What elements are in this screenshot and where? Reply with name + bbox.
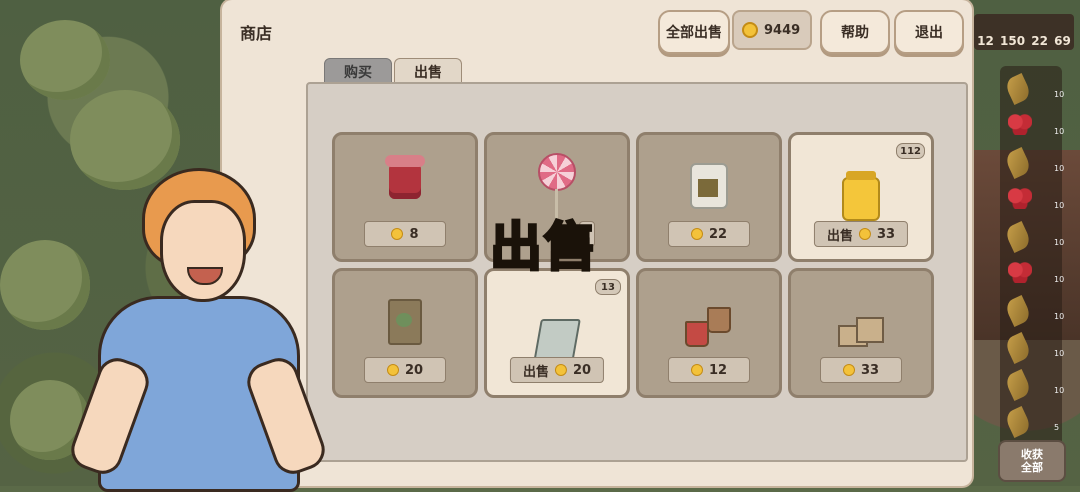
- item-slot-jam-jar[interactable]: 8: [332, 132, 478, 262]
- inventory-slot[interactable]: 10: [1003, 146, 1064, 180]
- inventory-slot[interactable]: 5: [1003, 405, 1059, 439]
- coin-icon: [554, 364, 567, 376]
- item-quantity-badge: 112: [896, 143, 925, 159]
- inventory-count: 10: [1054, 386, 1065, 395]
- inventory-count: 5: [1054, 423, 1060, 432]
- sell-label: 出售: [522, 364, 549, 380]
- coin-icon: [690, 228, 703, 240]
- price-value: 20: [404, 362, 424, 378]
- shopkeeper-character: [65, 168, 331, 492]
- item-slot-boxes[interactable]: 33: [788, 268, 934, 398]
- lollipop-icon: [538, 153, 576, 219]
- price-value: 33: [876, 226, 896, 242]
- tree: [20, 20, 110, 100]
- item-slot-notebook[interactable]: 13 出售 20: [484, 268, 630, 398]
- shop-title: 商店: [240, 24, 273, 43]
- price-value: 8: [409, 226, 419, 242]
- inventory-slot[interactable]: 10: [1008, 187, 1064, 215]
- honey-jar-icon: [842, 163, 880, 221]
- resource-count: 69: [1054, 34, 1071, 48]
- coin-icon: [386, 364, 399, 376]
- character-face: [160, 200, 246, 302]
- harvest-all-button[interactable]: 收获 全部: [998, 440, 1066, 482]
- inventory-count: 10: [1054, 90, 1065, 99]
- wheat-icon: [1003, 220, 1033, 254]
- jam-jar-icon: [385, 155, 425, 199]
- sell-price-button[interactable]: 出售 33: [813, 221, 909, 247]
- wheat-icon: [1003, 294, 1033, 328]
- help-button[interactable]: 帮助: [820, 10, 890, 54]
- item-slot-seed-bag[interactable]: 20: [332, 268, 478, 398]
- coin-icon: [842, 364, 855, 376]
- coin-icon: [858, 228, 871, 240]
- wheat-icon: [1003, 72, 1033, 106]
- item-price: 20: [364, 357, 446, 383]
- inventory-count: 10: [1054, 201, 1065, 210]
- seed-bag-icon: [388, 299, 422, 345]
- resource-count: 22: [1031, 34, 1048, 48]
- wheat-icon: [1003, 331, 1033, 365]
- boxes-icon: [838, 299, 884, 347]
- shop-item-grid: 8 22 112 出售 33 20 13 出售 20 12 33: [306, 82, 968, 462]
- item-quantity-badge: 13: [595, 279, 621, 295]
- coin-icon: [690, 364, 703, 376]
- inventory-slot[interactable]: 10: [1003, 368, 1064, 402]
- resource-counter-bar: 12 150 22 69: [974, 14, 1074, 50]
- item-slot-pickle-jar[interactable]: 22: [636, 132, 782, 262]
- price-value: 20: [572, 362, 592, 378]
- item-slot-honey-jar[interactable]: 112 出售 33: [788, 132, 934, 262]
- berry-icon: [1008, 187, 1032, 209]
- inventory-count: 10: [1054, 127, 1065, 136]
- inventory-slot[interactable]: 10: [1003, 294, 1064, 328]
- sell-all-button[interactable]: 全部出售: [658, 10, 730, 54]
- cups-icon: [685, 299, 733, 347]
- exit-button[interactable]: 退出: [894, 10, 964, 54]
- berry-icon: [1008, 261, 1032, 283]
- inventory-sidebar: 10 10 10 10 10 10 10 10 10 5: [1000, 66, 1064, 446]
- resource-count: 150: [1000, 34, 1026, 48]
- price-value: 22: [708, 226, 728, 242]
- coin-icon: [391, 228, 404, 240]
- inventory-slot[interactable]: 10: [1008, 113, 1064, 141]
- tree: [0, 240, 90, 330]
- sell-label: 出售: [826, 228, 853, 244]
- price-value: 12: [708, 362, 728, 378]
- inventory-count: 10: [1054, 349, 1065, 358]
- berry-icon: [1008, 113, 1032, 135]
- inventory-count: 10: [1054, 164, 1065, 173]
- item-price: 8: [364, 221, 446, 247]
- coin-amount: 9449: [764, 22, 801, 38]
- sell-overlay-text: 出售: [488, 217, 599, 280]
- tab-sell[interactable]: 出售: [394, 58, 462, 85]
- wheat-icon: [1003, 405, 1033, 439]
- sell-price-button[interactable]: 出售 20: [509, 357, 605, 383]
- inventory-count: 10: [1054, 312, 1065, 321]
- resource-count: 12: [977, 34, 994, 48]
- character-mouth: [187, 267, 223, 285]
- inventory-slot[interactable]: 10: [1008, 261, 1064, 289]
- item-price: 22: [668, 221, 750, 247]
- item-price: 33: [820, 357, 902, 383]
- notebook-icon: [533, 299, 581, 363]
- pickle-jar-icon: [690, 163, 728, 209]
- inventory-slot[interactable]: 10: [1003, 220, 1064, 254]
- wheat-icon: [1003, 146, 1033, 180]
- item-price: 12: [668, 357, 750, 383]
- wheat-icon: [1003, 368, 1033, 402]
- coin-icon: [742, 22, 758, 38]
- coin-balance: 9449: [732, 10, 812, 50]
- inventory-count: 10: [1054, 275, 1065, 284]
- price-value: 33: [860, 362, 880, 378]
- item-slot-cups[interactable]: 12: [636, 268, 782, 398]
- inventory-count: 10: [1054, 238, 1065, 247]
- inventory-slot[interactable]: 10: [1003, 331, 1064, 365]
- inventory-slot[interactable]: 10: [1003, 72, 1064, 106]
